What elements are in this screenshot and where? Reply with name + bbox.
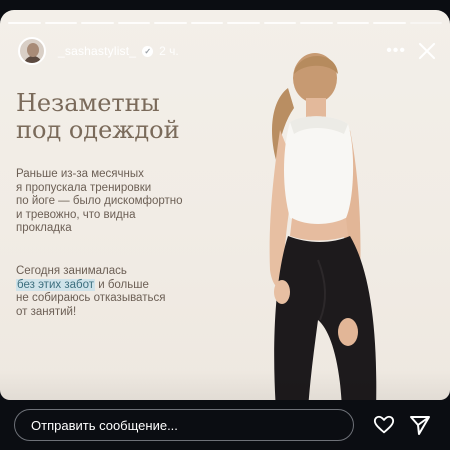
story-viewer: _sashastylist_ ✓ 2 ч. ••• Незаметны под … bbox=[0, 0, 450, 450]
text-line: без этих забот и больше bbox=[16, 278, 216, 293]
body-paragraph-1: Раньше из-за месячных я пропускала трени… bbox=[16, 168, 216, 236]
username[interactable]: _sashastylist_ bbox=[58, 44, 136, 58]
text-line: от занятий! bbox=[16, 305, 77, 318]
headline-line: под одеждой bbox=[16, 116, 180, 144]
body-paragraph-2: Сегодня занималась без этих забот и боль… bbox=[16, 265, 216, 319]
text-fragment: и больше bbox=[95, 278, 149, 291]
progress-segment bbox=[263, 22, 296, 24]
text-line: я пропускала тренировки bbox=[16, 181, 152, 194]
close-icon[interactable] bbox=[416, 40, 438, 62]
progress-segment bbox=[336, 22, 369, 24]
text-line: Раньше из-за месячных bbox=[16, 168, 144, 180]
story-card[interactable]: _sashastylist_ ✓ 2 ч. ••• Незаметны под … bbox=[0, 10, 450, 400]
bottom-shade bbox=[0, 370, 450, 400]
progress-segment bbox=[190, 22, 223, 24]
progress-segment bbox=[8, 22, 41, 24]
message-input[interactable]: Отправить сообщение... bbox=[14, 409, 354, 441]
send-icon[interactable] bbox=[408, 413, 432, 437]
text-line: не собираюсь отказываться bbox=[16, 292, 166, 304]
avatar[interactable] bbox=[18, 37, 46, 65]
heart-icon[interactable] bbox=[373, 414, 395, 436]
text-line: Сегодня занималась bbox=[16, 265, 127, 277]
model-photo bbox=[269, 53, 377, 400]
progress-segment bbox=[117, 22, 150, 24]
progress-segment bbox=[409, 22, 442, 24]
progress-segment bbox=[154, 22, 187, 24]
story-progress-bar bbox=[8, 22, 442, 25]
highlighted-text: без этих забот bbox=[16, 278, 95, 291]
verified-badge-icon: ✓ bbox=[142, 45, 154, 57]
progress-segment bbox=[44, 22, 77, 24]
text-line: по йоге — было дискомфортно bbox=[16, 195, 183, 207]
progress-segment bbox=[81, 22, 114, 24]
text-line: и тревожно, что видна bbox=[16, 208, 136, 221]
post-time: 2 ч. bbox=[159, 44, 179, 58]
reply-bar: Отправить сообщение... bbox=[0, 400, 450, 450]
headline: Незаметны под одеждой bbox=[16, 90, 206, 144]
headline-line: Незаметны bbox=[16, 89, 160, 117]
progress-segment bbox=[373, 22, 406, 24]
text-line: прокладка bbox=[16, 222, 72, 234]
progress-segment bbox=[300, 22, 333, 24]
progress-segment bbox=[227, 22, 260, 24]
